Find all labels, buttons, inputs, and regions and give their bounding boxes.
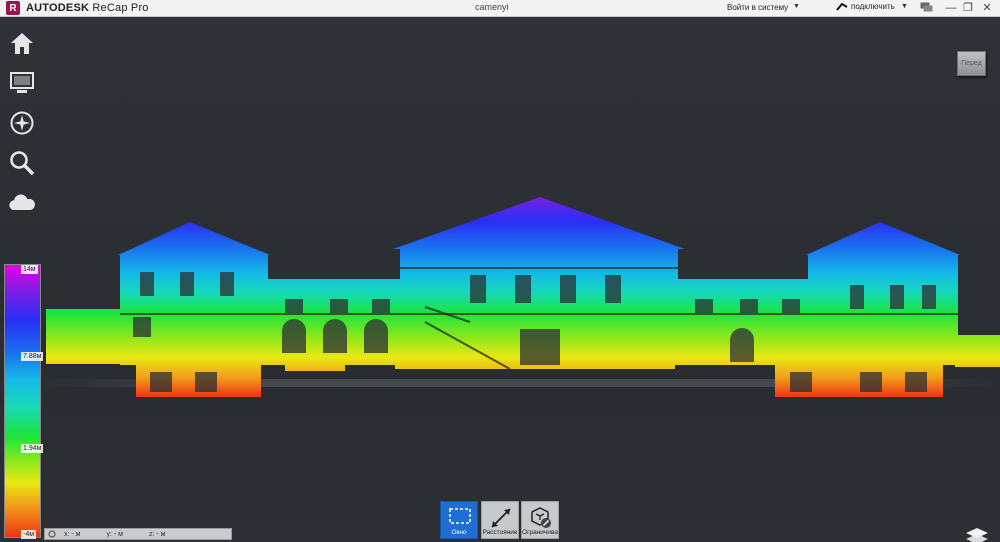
point-cloud-viewport[interactable]: Перед bbox=[0, 17, 1000, 542]
product-name: ReCap Pro bbox=[92, 2, 149, 14]
home-icon[interactable] bbox=[8, 29, 36, 57]
chat-icon[interactable] bbox=[920, 2, 933, 13]
limit-box-icon bbox=[531, 507, 551, 528]
distance-label: Расстояние bbox=[482, 529, 518, 536]
minimize-button[interactable]: — bbox=[944, 1, 958, 15]
layers-icon[interactable] bbox=[964, 526, 990, 542]
scale-label-upper: 7.88м bbox=[21, 352, 44, 361]
window-select-tool[interactable]: Окно bbox=[440, 501, 478, 539]
distance-icon bbox=[491, 508, 511, 528]
scale-label-min: -4м bbox=[21, 530, 37, 539]
limit-box-label: Ограничива bbox=[522, 529, 558, 536]
scale-label-lower: 1.94м bbox=[21, 444, 44, 453]
view-cube[interactable]: Перед bbox=[957, 51, 986, 76]
window-select-icon bbox=[449, 508, 471, 524]
recap-logo-icon: R bbox=[6, 1, 20, 15]
connect-button[interactable]: подключить bbox=[836, 2, 895, 11]
cloud-icon[interactable] bbox=[8, 189, 36, 217]
sign-in-dropdown-icon[interactable]: ▼ bbox=[793, 3, 800, 10]
window-select-label: Окно bbox=[451, 529, 467, 536]
coord-x: x: - м bbox=[64, 530, 81, 538]
connect-dropdown-icon[interactable]: ▼ bbox=[901, 3, 908, 10]
app-title: AUTODESK ReCap Pro bbox=[26, 2, 149, 14]
sign-in-button[interactable]: Войти в систему bbox=[727, 3, 788, 12]
restore-button[interactable]: ❐ bbox=[961, 1, 975, 15]
limit-box-tool[interactable]: Ограничива bbox=[521, 501, 559, 539]
coordinates-readout: x: - м y: - м z: - м bbox=[44, 528, 232, 540]
close-button[interactable]: ✕ bbox=[980, 1, 994, 15]
coord-z: z: - м bbox=[148, 530, 166, 538]
connect-label: подключить bbox=[851, 2, 895, 11]
point-cloud-building bbox=[46, 197, 1000, 397]
brand-name: AUTODESK bbox=[26, 2, 90, 14]
compass-icon[interactable] bbox=[8, 109, 36, 137]
distance-tool[interactable]: Расстояние bbox=[481, 501, 519, 539]
title-bar: R AUTODESK ReCap Pro camenyi Войти в сис… bbox=[0, 0, 1000, 17]
connect-icon bbox=[836, 2, 848, 11]
scale-label-max: 14м bbox=[21, 265, 38, 274]
coord-y: y: - м bbox=[106, 530, 123, 538]
document-title: camenyi bbox=[475, 2, 509, 12]
crosshair-icon bbox=[48, 530, 56, 538]
search-icon[interactable] bbox=[8, 149, 36, 177]
elevation-color-scale[interactable] bbox=[4, 264, 41, 538]
monitor-icon[interactable] bbox=[8, 69, 36, 97]
